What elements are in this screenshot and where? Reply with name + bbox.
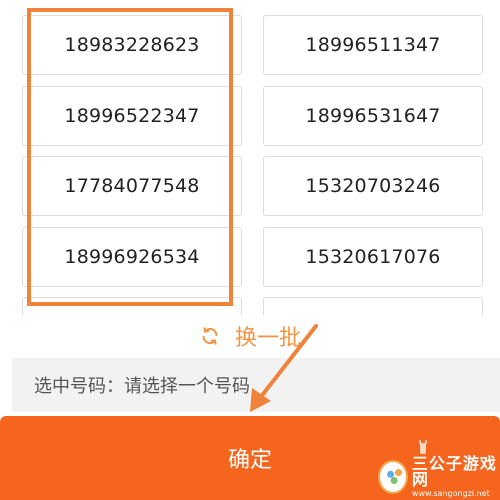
selected-number-bar: 选中号码： 请选择一个号码 xyxy=(12,358,500,412)
number-option[interactable]: 18996511347 xyxy=(263,15,483,75)
refresh-label: 换一批 xyxy=(234,326,301,351)
number-option[interactable]: 15320703246 xyxy=(263,156,483,216)
number-option[interactable]: 18996522347 xyxy=(22,86,242,146)
watermark-logo-icon xyxy=(378,460,408,494)
number-option[interactable]: 18996531647 xyxy=(263,86,483,146)
confirm-label: 确定 xyxy=(227,448,272,473)
selected-number-value: 请选择一个号码 xyxy=(124,376,250,397)
number-option[interactable]: 15320617076 xyxy=(263,227,483,287)
number-option[interactable]: 18996926534 xyxy=(22,227,242,287)
watermark-name: 三公子游戏网 xyxy=(411,454,497,489)
watermark-url: www.sangongzi.net xyxy=(411,489,490,498)
site-watermark: 三公子游戏网 www.sangongzi.net xyxy=(378,456,500,498)
number-grid: 18983228623 18996511347 18996522347 1899… xyxy=(0,0,500,315)
refresh-icon xyxy=(202,327,218,345)
number-option-partial[interactable] xyxy=(22,297,242,315)
number-option[interactable]: 18983228623 xyxy=(22,15,242,75)
number-option[interactable]: 17784077548 xyxy=(22,156,242,216)
refresh-button[interactable]: 换一批 xyxy=(0,318,500,354)
selected-number-prefix: 选中号码： xyxy=(34,376,124,397)
number-option-partial[interactable] xyxy=(263,297,483,315)
